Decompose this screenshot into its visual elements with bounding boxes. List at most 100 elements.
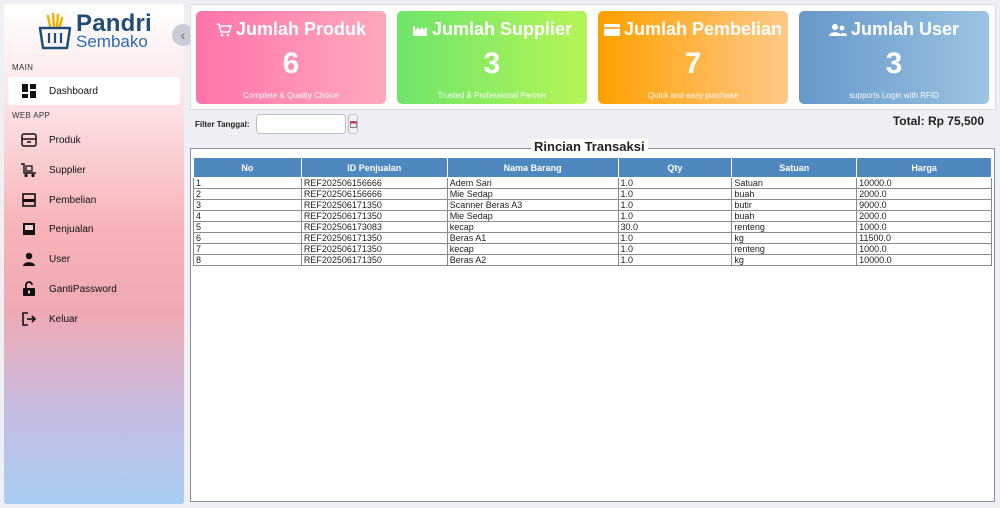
chevron-left-icon: ‹: [180, 27, 186, 43]
table-cell: kecap: [446, 243, 619, 255]
table-cell: REF202506171350: [300, 243, 448, 255]
total-amount: Total: Rp 75,500: [892, 114, 984, 128]
column-header[interactable]: No: [193, 157, 302, 178]
table-cell: 1.0: [617, 243, 733, 255]
section-webapp-label: WEB APP: [12, 111, 51, 120]
column-header[interactable]: Nama Barang: [446, 157, 619, 178]
logo-subtitle: Sembako: [76, 32, 148, 51]
table-cell: REF202506156666: [300, 188, 448, 200]
table-row[interactable]: 2 REF202506156666 Mie Sedap 1.0 buah 2000.0: [193, 188, 992, 200]
logout-icon: [20, 310, 38, 328]
table-cell: kg: [731, 254, 858, 266]
card-subtitle: Complete & Quality Choice: [242, 91, 340, 100]
transactions-title: Rincian Transaksi: [531, 139, 648, 154]
sidebar-item-pembelian[interactable]: Pembelian: [8, 186, 180, 214]
card-value: 7: [684, 47, 702, 80]
table-cell: 1.0: [617, 232, 733, 244]
table-cell: butir: [731, 199, 858, 211]
receipt-icon: [20, 191, 38, 209]
sidebar-item-label: Produk: [49, 134, 81, 146]
table-cell: 11500.0: [856, 232, 992, 244]
table-cell: kg: [731, 232, 858, 244]
transactions-panel: Rincian Transaksi No ID Penjualan Nama Bar…: [190, 139, 995, 502]
sidebar-item-gantipassword[interactable]: GantiPassword: [8, 275, 180, 303]
table-cell: 8: [193, 254, 302, 266]
table-cell: 1000.0: [856, 243, 992, 255]
filter-date-input[interactable]: [256, 114, 346, 134]
card-jumlah-supplier: Jumlah Supplier 3 Trusted & Professional…: [397, 11, 587, 104]
table-row[interactable]: 7 REF202506171350 kecap 1.0 renteng 1000.0: [193, 243, 992, 255]
card-title: Jumlah User: [799, 19, 989, 40]
card-subtitle: supports Login with RFID: [849, 91, 939, 100]
card-subtitle: Trusted & Professional Partner: [437, 91, 547, 100]
table-cell: Adem Sari: [446, 177, 619, 189]
card-title-text: Jumlah Pembelian: [623, 19, 783, 39]
table-cell: 7: [193, 243, 302, 255]
table-cell: 1: [193, 177, 302, 189]
table-row[interactable]: 5 REF202506173083 kecap 30.0 renteng 1000.0: [193, 221, 992, 233]
column-header[interactable]: Satuan: [731, 157, 858, 178]
table-row[interactable]: 8 REF202506171350 Beras A2 1.0 kg 10000.0: [193, 254, 992, 266]
table-row[interactable]: 4 REF202506171350 Mie Sedap 1.0 buah 2000.0: [193, 210, 992, 222]
user-icon: [20, 250, 38, 268]
sidebar-item-produk[interactable]: Produk: [8, 126, 180, 154]
cart-icon: [216, 22, 232, 36]
card-value: 3: [483, 47, 501, 80]
section-main-label: MAIN: [12, 63, 34, 72]
table-cell: Beras A2: [446, 254, 619, 266]
sidebar-item-label: Penjualan: [49, 223, 94, 235]
table-cell: 1.0: [617, 254, 733, 266]
table-cell: 1000.0: [856, 221, 992, 233]
card-subtitle: Quick and easy purchase: [647, 91, 739, 100]
date-picker-button[interactable]: [348, 114, 358, 134]
table-header-row: No ID Penjualan Nama Barang Qty Satuan Harga: [193, 157, 992, 178]
table-cell: 1.0: [617, 210, 733, 222]
sidebar-item-dashboard[interactable]: Dashboard: [8, 77, 180, 105]
card-title: Jumlah Supplier: [397, 19, 587, 40]
sidebar-item-label: GantiPassword: [49, 283, 117, 295]
column-header[interactable]: ID Penjualan: [300, 157, 448, 178]
table-cell: 1.0: [617, 188, 733, 200]
table-cell: 3: [193, 199, 302, 211]
table-cell: kecap: [446, 221, 619, 233]
table-cell: 9000.0: [856, 199, 992, 211]
sidebar-item-label: Supplier: [49, 164, 86, 176]
table-cell: 30.0: [617, 221, 733, 233]
column-header[interactable]: Qty: [617, 157, 733, 178]
card-title: Jumlah Produk: [196, 19, 386, 40]
table-body: 1 REF202506156666 Adem Sari 1.0 Satuan 10000.…: [193, 177, 992, 266]
sidebar-item-user[interactable]: User: [8, 245, 180, 273]
card-title-text: Jumlah Produk: [235, 19, 367, 39]
card-title-text: Jumlah User: [850, 19, 960, 39]
table-cell: Beras A1: [446, 232, 619, 244]
sidebar-item-label: User: [49, 253, 71, 265]
table-row[interactable]: 1 REF202506156666 Adem Sari 1.0 Satuan 10000.…: [193, 177, 992, 189]
sidebar-item-supplier[interactable]: Supplier: [8, 156, 180, 184]
column-header[interactable]: Harga: [856, 157, 992, 178]
table-cell: REF202506156666: [300, 177, 448, 189]
basket-icon: [38, 12, 72, 50]
card-value: 6: [282, 47, 300, 80]
table-cell: buah: [731, 188, 858, 200]
table-cell: Mie Sedap: [446, 188, 619, 200]
table-cell: REF202506171350: [300, 232, 448, 244]
sidebar-item-penjualan[interactable]: Penjualan: [8, 215, 180, 243]
dashboard-icon: [20, 82, 38, 100]
sidebar-item-label: Keluar: [49, 313, 78, 325]
card-jumlah-produk: Jumlah Produk 6 Complete & Quality Choic…: [196, 11, 386, 104]
lock-icon: [20, 280, 38, 298]
sidebar-item-keluar[interactable]: Keluar: [8, 305, 180, 333]
table-cell: REF202506171350: [300, 254, 448, 266]
table-cell: Mie Sedap: [446, 210, 619, 222]
table-cell: REF202506171350: [300, 210, 448, 222]
table-cell: 1.0: [617, 177, 733, 189]
table-row[interactable]: 6 REF202506171350 Beras A1 1.0 kg 11500.0: [193, 232, 992, 244]
table-cell: renteng: [731, 243, 858, 255]
box-icon: [20, 131, 38, 149]
cash-register-icon: [20, 220, 38, 238]
table-cell: 6: [193, 232, 302, 244]
table-row[interactable]: 3 REF202506171350 Scanner Beras A3 1.0 butir…: [193, 199, 992, 211]
sidebar-item-label: Dashboard: [49, 85, 98, 97]
table-cell: Satuan: [731, 177, 858, 189]
table-cell: Scanner Beras A3: [446, 199, 619, 211]
